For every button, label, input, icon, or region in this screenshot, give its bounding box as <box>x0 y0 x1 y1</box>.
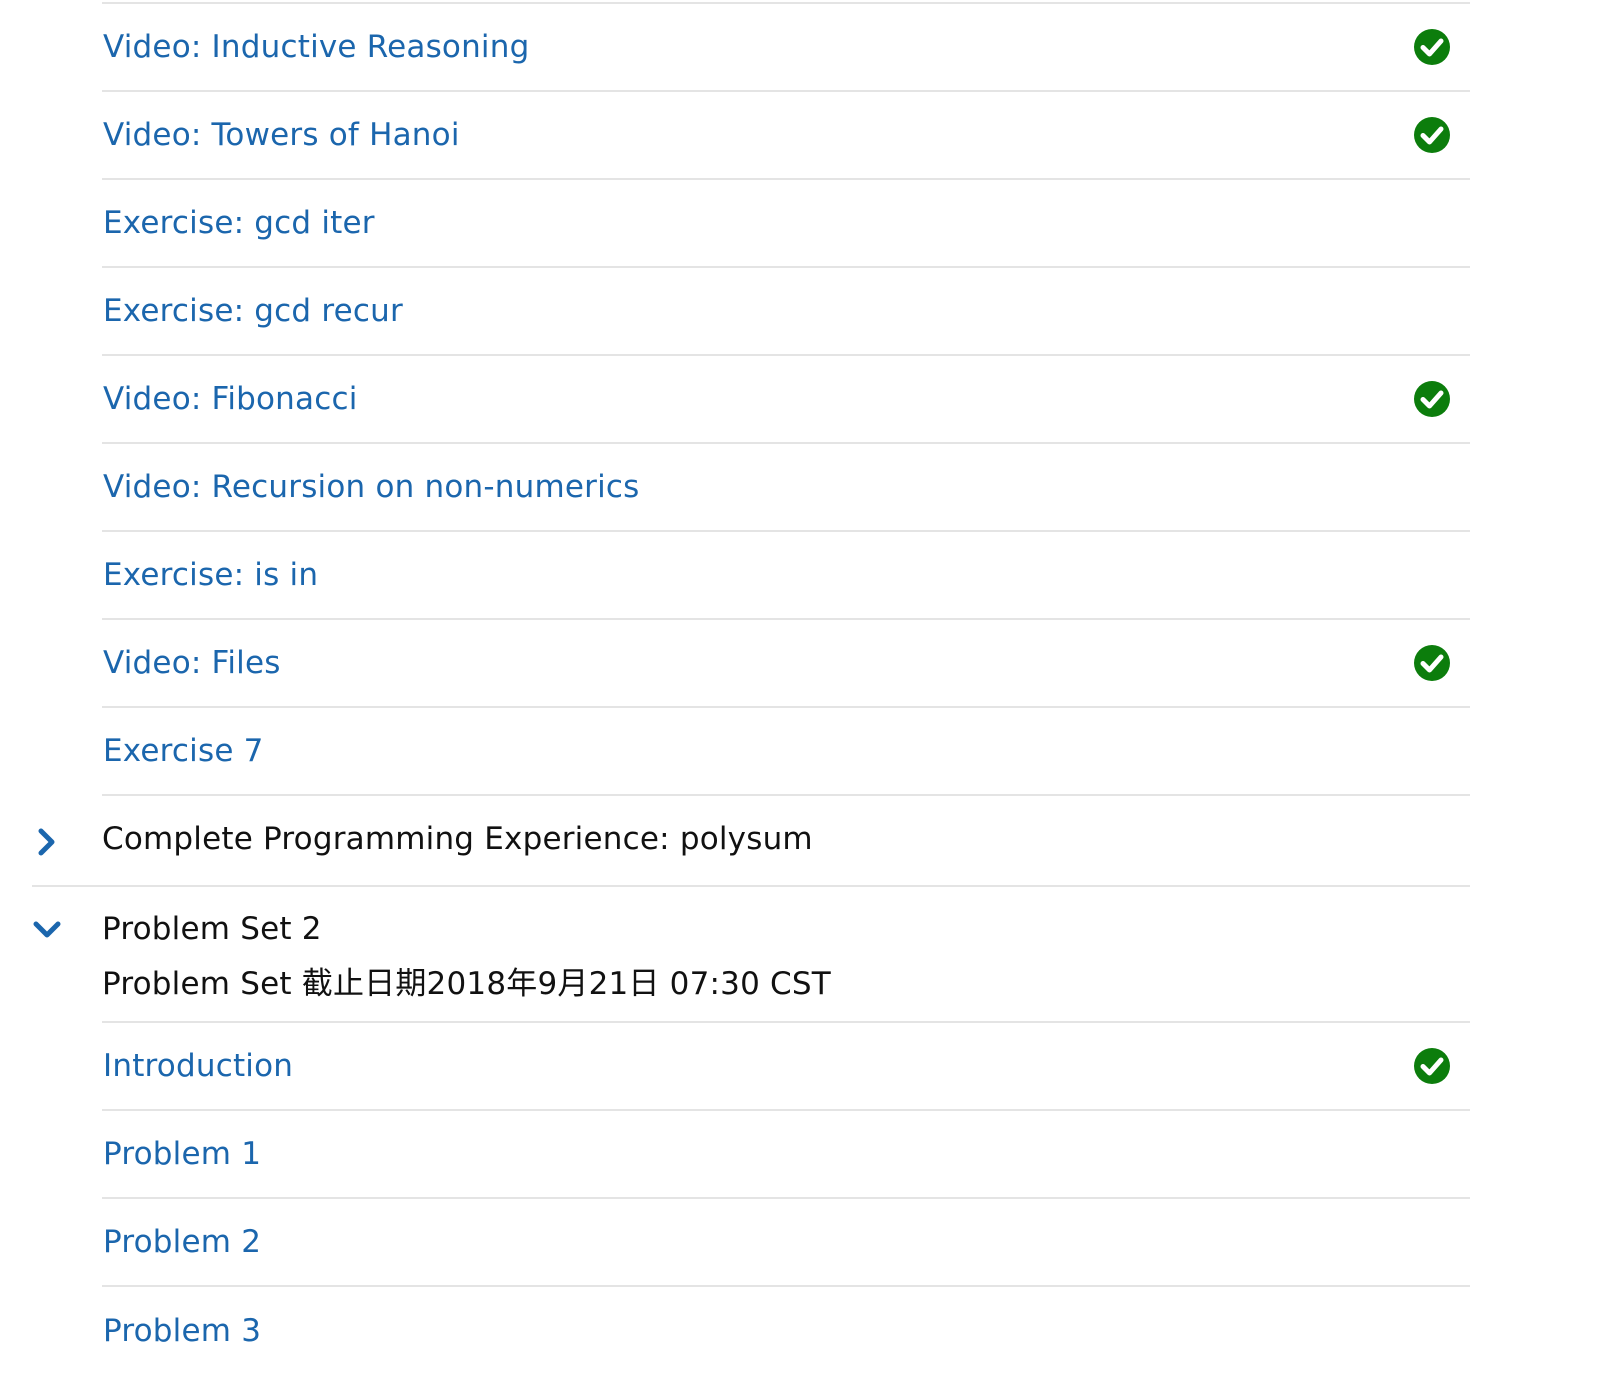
section-polysum[interactable]: Complete Programming Experience: polysum <box>32 797 1470 887</box>
outline-item-introduction[interactable]: Introduction <box>102 1023 1470 1111</box>
outline-item-exercise-is-in[interactable]: Exercise: is in <box>102 532 1470 620</box>
check-circle-icon <box>1414 1048 1450 1084</box>
outline-item-exercise-7[interactable]: Exercise 7 <box>102 708 1470 796</box>
outline-item-label: Problem 3 <box>103 1313 262 1349</box>
outline-item-label: Exercise: is in <box>103 557 319 593</box>
outline-item-label: Introduction <box>103 1048 294 1084</box>
check-circle-icon <box>1414 117 1450 153</box>
check-circle-icon <box>1414 645 1450 681</box>
outline-item-label: Video: Files <box>103 645 281 681</box>
outline-item-label: Exercise: gcd iter <box>103 205 375 241</box>
check-circle-icon <box>1414 29 1450 65</box>
outline-item-exercise-gcd-iter[interactable]: Exercise: gcd iter <box>102 180 1470 268</box>
chevron-right-icon[interactable] <box>32 827 62 857</box>
outline-item-label: Exercise: gcd recur <box>103 293 403 329</box>
outline-item-label: Video: Inductive Reasoning <box>103 29 530 65</box>
outline-item-label: Video: Towers of Hanoi <box>103 117 460 153</box>
outline-item-problem-2[interactable]: Problem 2 <box>102 1199 1470 1287</box>
outline-item-exercise-gcd-recur[interactable]: Exercise: gcd recur <box>102 268 1470 356</box>
outline-item-video-inductive-reasoning[interactable]: Video: Inductive Reasoning <box>102 4 1470 92</box>
outline-item-video-towers-of-hanoi[interactable]: Video: Towers of Hanoi <box>102 92 1470 180</box>
outline-item-label: Problem 2 <box>103 1224 262 1260</box>
section-problem-set-2[interactable]: Problem Set 2 Problem Set 截止日期2018年9月21日… <box>32 887 1470 1023</box>
outline-item-label: Exercise 7 <box>103 733 264 769</box>
outline-item-video-recursion-non-numerics[interactable]: Video: Recursion on non-numerics <box>102 444 1470 532</box>
outline-item-label: Problem 1 <box>103 1136 262 1172</box>
outline-item-video-files[interactable]: Video: Files <box>102 620 1470 708</box>
outline-item-label: Video: Fibonacci <box>103 381 358 417</box>
outline-item-problem-3[interactable]: Problem 3 <box>102 1287 1470 1375</box>
check-circle-icon <box>1414 381 1450 417</box>
section-title: Complete Programming Experience: polysum <box>102 821 813 857</box>
section-due-date: Problem Set 截止日期2018年9月21日 07:30 CST <box>102 966 831 1002</box>
outline-item-video-fibonacci[interactable]: Video: Fibonacci <box>102 356 1470 444</box>
section-title: Problem Set 2 <box>102 911 322 947</box>
chevron-down-icon[interactable] <box>32 915 62 945</box>
outline-item-label: Video: Recursion on non-numerics <box>103 469 640 505</box>
outline-item-problem-1[interactable]: Problem 1 <box>102 1111 1470 1199</box>
